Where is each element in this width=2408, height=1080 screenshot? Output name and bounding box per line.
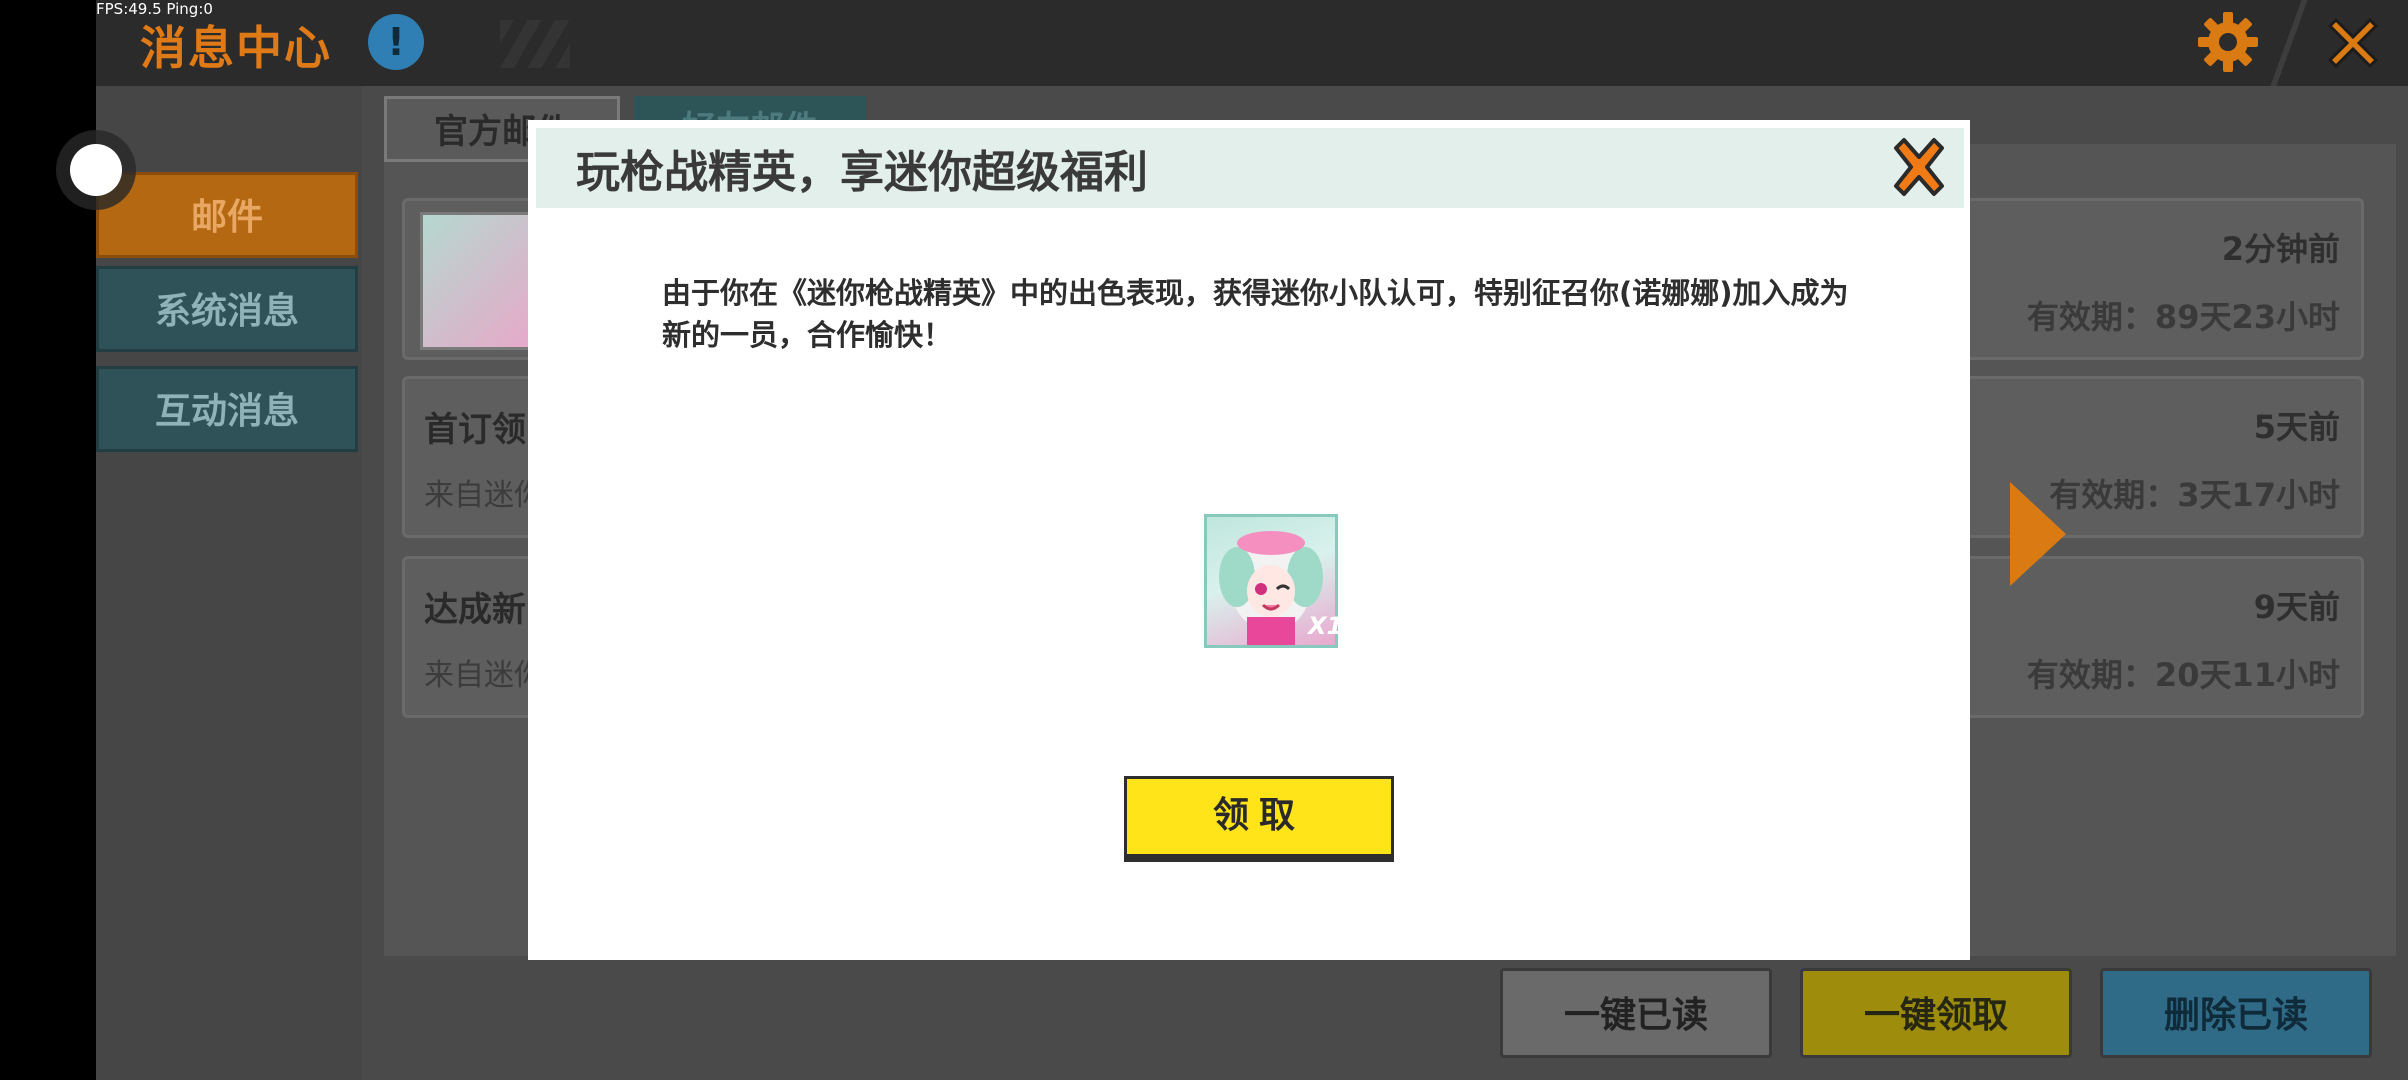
- delete-read-button[interactable]: 删除已读: [2100, 968, 2372, 1058]
- claim-button[interactable]: 领取: [1124, 776, 1394, 862]
- decorative-stripes: [500, 20, 570, 68]
- page-title: 消息中心: [140, 21, 332, 75]
- mail-time: 2分钟前: [2221, 230, 2340, 268]
- info-icon[interactable]: !: [368, 14, 424, 70]
- sidebar-item-system-messages[interactable]: 系统消息: [96, 266, 358, 352]
- mail-expiry: 有效期：89天23小时: [2026, 298, 2340, 336]
- mail-from: 来自迷你: [424, 478, 544, 513]
- mail-expiry: 有效期：20天11小时: [2026, 656, 2340, 694]
- mail-title: 首订领: [424, 410, 526, 450]
- modal-title: 玩枪战精英，享迷你超级福利: [576, 147, 1148, 198]
- mail-time: 9天前: [2253, 588, 2340, 626]
- claim-all-button[interactable]: 一键领取: [1800, 968, 2072, 1058]
- mark-all-read-button[interactable]: 一键已读: [1500, 968, 1772, 1058]
- mail-expiry: 有效期：3天17小时: [2049, 476, 2340, 514]
- gear-icon[interactable]: [2196, 10, 2260, 74]
- mail-time: 5天前: [2253, 408, 2340, 446]
- modal-message: 由于你在《迷你枪战精英》中的出色表现，获得迷你小队认可，特别征召你(诺娜娜)加入…: [662, 276, 1849, 352]
- sidebar-item-interaction-messages[interactable]: 互动消息: [96, 366, 358, 452]
- sidebar-item-mail[interactable]: 邮件: [96, 172, 358, 258]
- close-icon[interactable]: [1888, 134, 1950, 200]
- mail-title: 达成新: [424, 590, 526, 630]
- reward-count: X1: [1308, 612, 1344, 640]
- next-page-arrow-icon[interactable]: [2010, 482, 2066, 586]
- mail-thumbnail: [420, 212, 542, 350]
- top-bar: [96, 0, 2408, 86]
- mail-from: 来自迷你: [424, 658, 544, 693]
- floating-assistant-button[interactable]: [70, 144, 122, 196]
- close-icon[interactable]: [2318, 8, 2388, 78]
